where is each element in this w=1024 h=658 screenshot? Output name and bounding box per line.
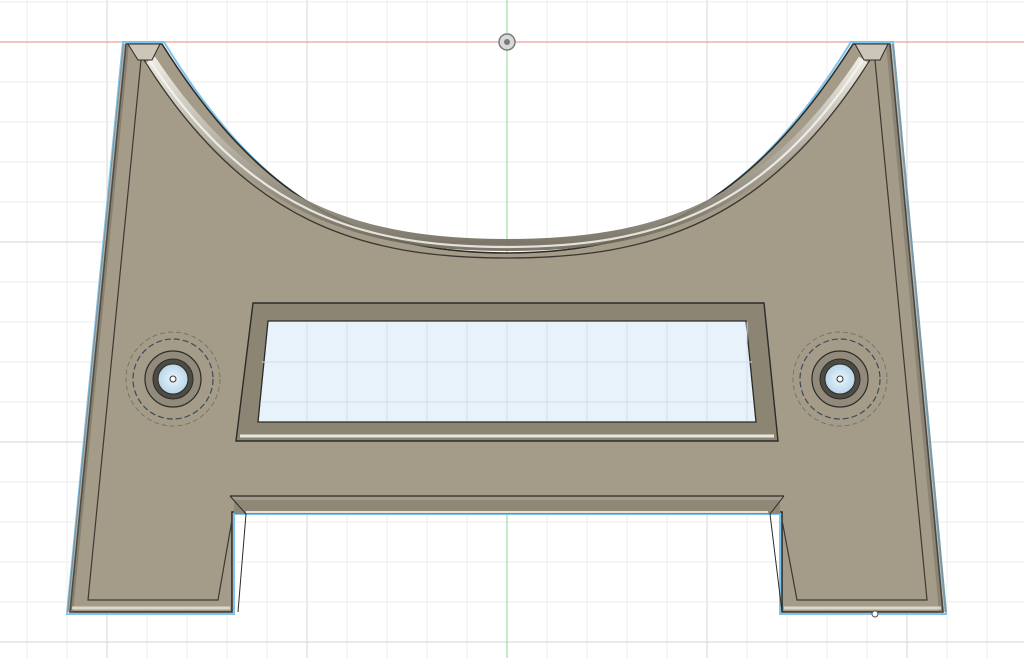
cad-viewport[interactable] bbox=[0, 0, 1024, 658]
origin-icon[interactable] bbox=[498, 33, 516, 51]
design-canvas[interactable] bbox=[0, 0, 1024, 658]
rectangular-window[interactable] bbox=[235, 302, 779, 442]
vertex-point-icon[interactable] bbox=[871, 610, 879, 618]
left-hole-center-icon bbox=[169, 375, 177, 383]
right-hole-center-icon bbox=[836, 375, 844, 383]
